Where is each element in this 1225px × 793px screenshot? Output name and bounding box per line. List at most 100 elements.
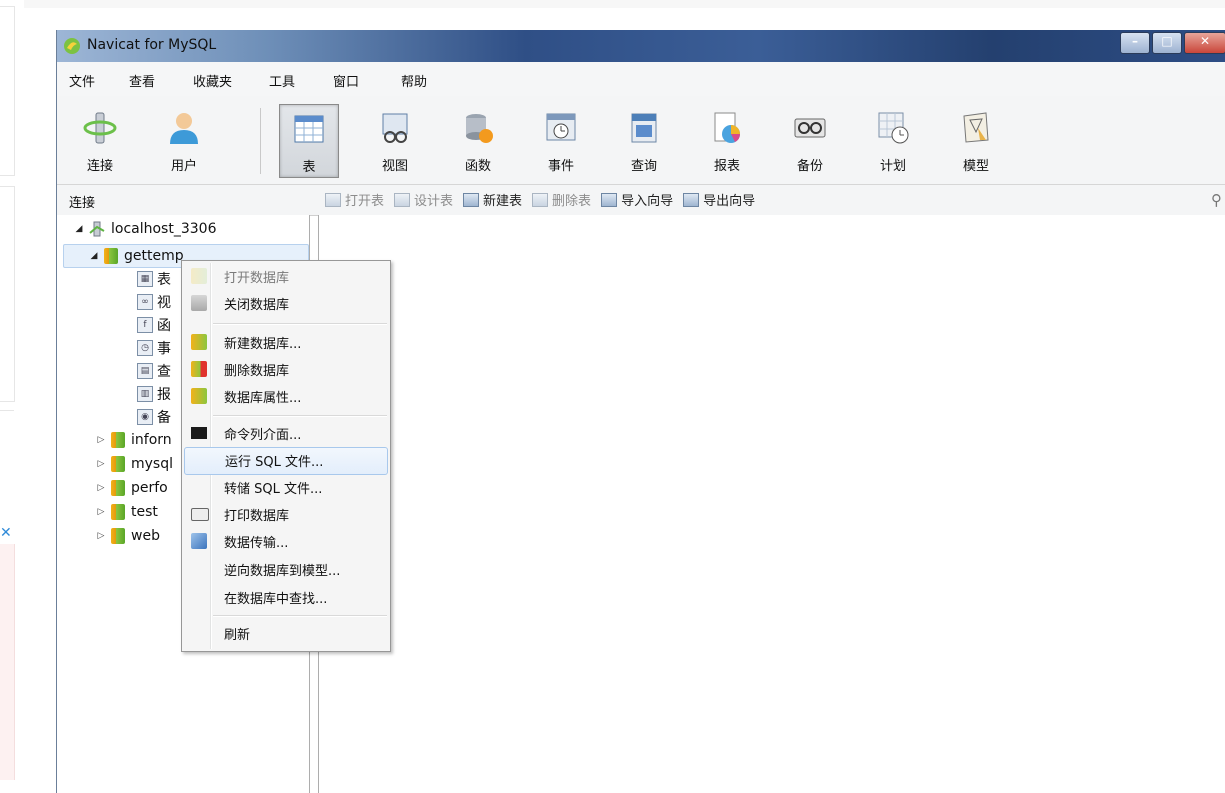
menu-tools[interactable]: 工具 — [269, 71, 295, 90]
outer-panel — [0, 186, 15, 402]
toolbar-model-button[interactable]: 模型 — [943, 104, 1009, 178]
toolbar-schedule-button[interactable]: 计划 — [860, 104, 926, 178]
menu-separator — [213, 615, 387, 617]
toolbar-label: 备份 — [796, 159, 823, 174]
tree-db-web[interactable]: ▷ web — [95, 525, 160, 547]
new-table-button[interactable]: 新建表 — [463, 190, 522, 209]
toolbar-report-button[interactable]: 报表 — [694, 104, 760, 178]
outer-page-strip: ✕ — [0, 0, 24, 793]
toolbar-backup-button[interactable]: 备份 — [777, 104, 843, 178]
toolbar-function-button[interactable]: 函数 — [445, 104, 511, 178]
close-icon[interactable]: ✕ — [0, 526, 12, 540]
report-icon — [714, 112, 740, 143]
data-transfer-icon — [191, 533, 207, 549]
query-icon: ▤ — [137, 363, 153, 379]
tree-item-label: 函 — [157, 318, 171, 334]
expand-arrow-icon[interactable]: ▷ — [95, 459, 107, 469]
toolbar-event-button[interactable]: 事件 — [528, 104, 594, 178]
tree-item-label: 表 — [157, 272, 171, 288]
toolbar-view-button[interactable]: 视图 — [362, 104, 428, 178]
event-icon: ◷ — [137, 340, 153, 356]
menu-run-sql-file[interactable]: 运行 SQL 文件... — [184, 447, 388, 475]
outer-ad-panel — [0, 544, 15, 780]
tree-item-label: 备 — [157, 410, 171, 426]
menu-separator — [213, 415, 387, 417]
toolbar-user-button[interactable]: 用户 — [151, 104, 217, 178]
close-window-button[interactable]: ✕ — [1184, 32, 1225, 54]
menu-database-properties[interactable]: 数据库属性... — [184, 384, 386, 408]
menu-reverse-to-model[interactable]: 逆向数据库到模型... — [184, 557, 386, 581]
export-wizard-button[interactable]: 导出向导 — [683, 190, 755, 209]
tree-item-views[interactable]: ∞ 视 — [137, 291, 171, 313]
table-icon: ▦ — [137, 271, 153, 287]
menu-item-label: 新建数据库... — [224, 337, 302, 352]
tree-item-label: 查 — [157, 364, 171, 380]
toolbar-label: 模型 — [962, 159, 989, 174]
expand-arrow-icon[interactable]: ▷ — [95, 531, 107, 541]
toolbar-table-button[interactable]: 表 — [279, 104, 339, 178]
menu-print-database[interactable]: 打印数据库 — [184, 502, 386, 526]
tree-db-test[interactable]: ▷ test — [95, 501, 158, 523]
toolbar-label: 查询 — [630, 159, 657, 174]
menu-view[interactable]: 查看 — [129, 71, 155, 90]
menu-command-line[interactable]: 命令列介面... — [184, 421, 386, 445]
import-wizard-button[interactable]: 导入向导 — [601, 190, 673, 209]
menu-help[interactable]: 帮助 — [401, 71, 427, 90]
menu-item-label: 逆向数据库到模型... — [224, 564, 341, 579]
menu-item-label: 打印数据库 — [224, 509, 290, 524]
tree-item-events[interactable]: ◷ 事 — [137, 337, 171, 359]
database-icon — [111, 504, 125, 520]
tree-item-reports[interactable]: ▥ 报 — [137, 383, 171, 405]
outer-panel — [0, 6, 15, 176]
menu-refresh[interactable]: 刷新 — [184, 621, 386, 645]
schedule-icon — [878, 112, 909, 144]
toolbar-query-button[interactable]: 查询 — [611, 104, 677, 178]
tree-item-functions[interactable]: f函 — [137, 314, 171, 336]
toolbar-label: 连接 — [86, 159, 113, 174]
title-bar[interactable]: Navicat for MySQL – □ ✕ — [57, 30, 1225, 62]
collapse-arrow-icon[interactable]: ◢ — [73, 224, 85, 234]
view-icon: ∞ — [137, 294, 153, 310]
action-label: 设计表 — [414, 194, 454, 209]
expand-arrow-icon[interactable]: ▷ — [95, 507, 107, 517]
menu-data-transfer[interactable]: 数据传输... — [184, 529, 386, 553]
expand-arrow-icon[interactable]: ▷ — [95, 483, 107, 493]
tree-db-performance-schema[interactable]: ▷ perfo — [95, 477, 168, 499]
tree-item-tables[interactable]: ▦ 表 — [137, 268, 171, 290]
object-actions: 打开表 设计表 新建表 删除表 导入向导 导出向导 — [325, 190, 765, 209]
menu-window[interactable]: 窗口 — [333, 71, 359, 90]
menu-file[interactable]: 文件 — [69, 71, 95, 90]
tree-db-mysql[interactable]: ▷ mysql — [95, 453, 173, 475]
toolbar-connection-button[interactable]: 连接 — [67, 104, 133, 178]
object-list-pane[interactable] — [318, 215, 1225, 793]
action-label: 打开表 — [345, 194, 385, 209]
collapse-arrow-icon[interactable]: ◢ — [88, 251, 100, 261]
menu-dump-sql-file[interactable]: 转储 SQL 文件... — [184, 475, 386, 499]
toolbar-label: 表 — [302, 160, 316, 175]
menu-item-label: 刷新 — [224, 628, 251, 643]
expand-arrow-icon[interactable]: ▷ — [95, 435, 107, 445]
import-wizard-icon — [601, 192, 618, 207]
minimize-button[interactable]: – — [1120, 32, 1150, 54]
menu-favorites[interactable]: 收藏夹 — [193, 71, 232, 90]
tree-db-information-schema[interactable]: ▷ inforn — [95, 429, 172, 451]
tree-item-backups[interactable]: ◉ 备 — [137, 406, 171, 428]
menu-close-database[interactable]: 关闭数据库 — [184, 291, 386, 315]
menu-open-database[interactable]: 打开数据库 — [184, 264, 386, 288]
menu-delete-database[interactable]: 删除数据库 — [184, 357, 386, 381]
menu-find-in-database[interactable]: 在数据库中查找... — [184, 585, 386, 609]
delete-table-button[interactable]: 删除表 — [532, 190, 591, 209]
tree-host-node[interactable]: ◢ localhost_3306 — [73, 218, 217, 240]
close-icon: ✕ — [1199, 34, 1211, 48]
tree-item-queries[interactable]: ▤ 查 — [137, 360, 171, 382]
host-name: localhost_3306 — [111, 221, 217, 237]
open-table-button[interactable]: 打开表 — [325, 190, 384, 209]
toolbar-label: 计划 — [879, 159, 906, 174]
search-icon[interactable]: ⚲ — [1211, 191, 1222, 209]
menu-item-label: 关闭数据库 — [224, 298, 290, 313]
tree-item-label: 视 — [157, 295, 171, 311]
menu-item-label: 命令列介面... — [224, 428, 302, 443]
menu-new-database[interactable]: 新建数据库... — [184, 330, 386, 354]
maximize-button[interactable]: □ — [1152, 32, 1182, 54]
design-table-button[interactable]: 设计表 — [394, 190, 453, 209]
